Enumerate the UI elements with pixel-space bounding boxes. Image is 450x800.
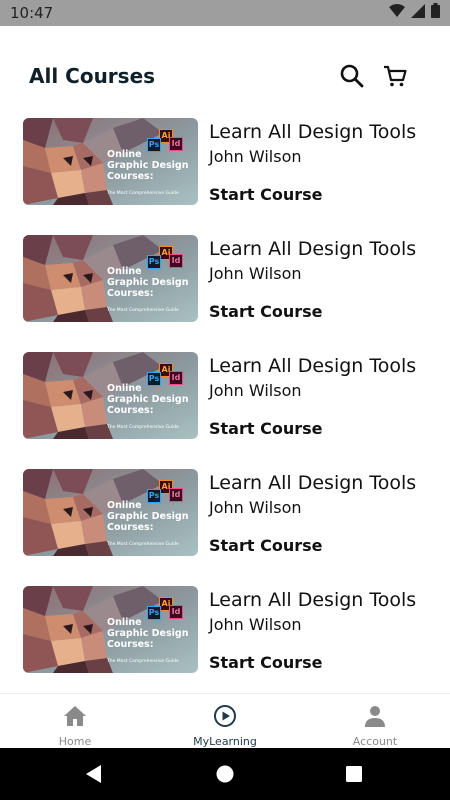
course-author: John Wilson [209,264,302,283]
course-thumbnail[interactable]: Online Graphic Design Courses: The Most … [23,352,198,439]
course-title: Learn All Design Tools [209,121,417,143]
thumbnail-line: Courses: [107,522,154,533]
course-card[interactable]: Online Graphic Design Courses: The Most … [0,351,450,468]
indesign-logo-icon: Id [169,137,183,151]
bottom-navigation: Home MyLearning Account [0,693,450,748]
course-author: John Wilson [209,615,302,634]
home-circle-icon[interactable] [215,764,235,784]
course-title: Learn All Design Tools [209,589,417,611]
search-button[interactable] [338,62,366,90]
course-card[interactable]: Online Graphic Design Courses: The Most … [0,234,450,351]
thumbnail-tagline: The Most Comprehensive Guide [107,191,179,196]
start-course-button[interactable]: Start Course [209,419,322,438]
thumbnail-tagline: The Most Comprehensive Guide [107,425,179,430]
badge-label: Id [171,139,181,148]
thumbnail-line: Courses: [107,405,154,416]
nav-item-mylearning[interactable]: MyLearning [150,694,300,749]
search-icon [340,64,364,88]
signal-icon [411,3,425,23]
cart-icon [384,65,407,87]
course-card[interactable]: Online Graphic Design Courses: The Most … [0,585,450,702]
system-navigation-bar [0,748,450,800]
back-triangle-icon[interactable] [84,764,104,784]
start-course-button[interactable]: Start Course [209,653,322,672]
home-icon [62,703,88,729]
thumbnail-tagline: The Most Comprehensive Guide [107,659,179,664]
course-thumbnail[interactable]: Online Graphic Design Courses: The Most … [23,235,198,322]
badge-label: Ps [148,140,160,149]
thumbnail-text: Online Graphic Design Courses: The Most … [107,500,188,550]
thumbnail-line: Graphic Design [107,277,189,288]
photoshop-logo-icon: Ps [147,255,161,269]
cart-button[interactable] [381,62,409,90]
thumbnail-text: Online Graphic Design Courses: The Most … [107,383,188,433]
thumbnail-line: Graphic Design [107,511,189,522]
badge-label: Ps [148,374,160,383]
badge-label: Id [171,256,181,265]
course-author: John Wilson [209,498,302,517]
thumbnail-text: Online Graphic Design Courses: The Most … [107,266,188,316]
badge-label: Ps [148,608,160,617]
thumbnail-line: Courses: [107,171,154,182]
course-title: Learn All Design Tools [209,472,417,494]
course-thumbnail[interactable]: Online Graphic Design Courses: The Most … [23,469,198,556]
start-course-button[interactable]: Start Course [209,185,322,204]
wifi-icon [389,3,405,23]
page-title: All Courses [29,64,156,88]
course-thumbnail[interactable]: Online Graphic Design Courses: The Most … [23,118,198,205]
course-card[interactable]: Online Graphic Design Courses: The Most … [0,117,450,234]
photoshop-logo-icon: Ps [147,606,161,620]
photoshop-logo-icon: Ps [147,138,161,152]
nav-item-account[interactable]: Account [300,694,450,749]
thumbnail-line: Graphic Design [107,160,189,171]
badge-label: Id [171,373,181,382]
nav-label-home: Home [58,735,92,748]
badge-label: Ps [148,491,160,500]
course-title: Learn All Design Tools [209,238,417,260]
person-icon [362,703,388,729]
app-header: All Courses [0,46,450,106]
course-list: Online Graphic Design Courses: The Most … [0,117,450,702]
badge-label: Id [171,607,181,616]
status-icons [389,3,440,23]
photoshop-logo-icon: Ps [147,372,161,386]
nav-label-account: Account [352,735,398,748]
indesign-logo-icon: Id [169,605,183,619]
course-title: Learn All Design Tools [209,355,417,377]
thumbnail-text: Online Graphic Design Courses: The Most … [107,149,188,199]
nav-label-mylearning: MyLearning [193,735,257,748]
thumbnail-tagline: The Most Comprehensive Guide [107,542,179,547]
thumbnail-line: Courses: [107,288,154,299]
indesign-logo-icon: Id [169,254,183,268]
thumbnail-line: Graphic Design [107,628,189,639]
badge-label: Ps [148,257,160,266]
battery-icon [431,3,440,23]
start-course-button[interactable]: Start Course [209,302,322,321]
nav-item-home[interactable]: Home [0,694,150,749]
recent-apps-square-icon[interactable] [344,764,364,784]
thumbnail-tagline: The Most Comprehensive Guide [107,308,179,313]
status-bar: 10:47 [0,0,450,26]
course-card[interactable]: Online Graphic Design Courses: The Most … [0,468,450,585]
indesign-logo-icon: Id [169,371,183,385]
course-author: John Wilson [209,381,302,400]
play-circle-icon [212,703,238,729]
thumbnail-line: Courses: [107,639,154,650]
badge-label: Id [171,490,181,499]
photoshop-logo-icon: Ps [147,489,161,503]
indesign-logo-icon: Id [169,488,183,502]
thumbnail-text: Online Graphic Design Courses: The Most … [107,617,188,667]
course-thumbnail[interactable]: Online Graphic Design Courses: The Most … [23,586,198,673]
thumbnail-line: Graphic Design [107,394,189,405]
status-time: 10:47 [10,4,54,22]
course-author: John Wilson [209,147,302,166]
start-course-button[interactable]: Start Course [209,536,322,555]
